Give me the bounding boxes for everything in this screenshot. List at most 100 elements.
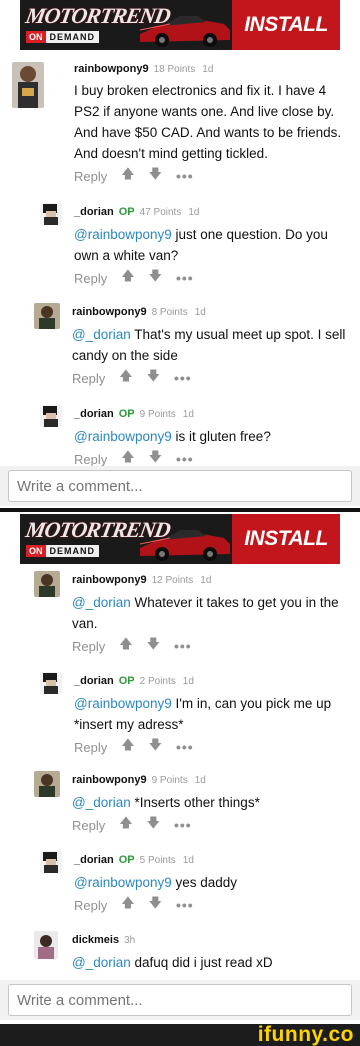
more-options-icon[interactable]: ••• xyxy=(176,270,194,286)
comment-author[interactable]: _dorian xyxy=(74,675,114,687)
comment-author[interactable]: dickmeis xyxy=(72,934,119,946)
comment-text: @rainbowpony9 just one question. Do you … xyxy=(74,224,354,266)
comment-author[interactable]: rainbowpony9 xyxy=(72,774,147,786)
downvote-icon[interactable]: 🡇 xyxy=(147,367,160,389)
more-options-icon[interactable]: ••• xyxy=(174,817,192,833)
mention-link[interactable]: @rainbowpony9 xyxy=(74,875,172,890)
avatar[interactable] xyxy=(40,203,62,225)
reply-button[interactable]: Reply xyxy=(74,452,107,467)
comment-author[interactable]: rainbowpony9 xyxy=(72,574,147,586)
comment-text: @rainbowpony9 is it gluten free? xyxy=(74,426,354,447)
avatar[interactable] xyxy=(40,672,62,694)
downvote-icon[interactable]: 🡇 xyxy=(149,894,162,916)
ifunny-logo: ifunny.co xyxy=(257,1023,354,1046)
comment-composer xyxy=(0,466,360,506)
comment-author[interactable]: _dorian xyxy=(74,206,114,218)
write-comment-input[interactable] xyxy=(8,984,352,1016)
reply-button[interactable]: Reply xyxy=(74,740,107,755)
comment-text: I buy broken electronics and fix it. I h… xyxy=(74,83,342,161)
op-badge: OP xyxy=(118,206,135,218)
more-options-icon[interactable]: ••• xyxy=(176,739,194,755)
mention-link[interactable]: @rainbowpony9 xyxy=(74,227,172,242)
mention-link[interactable]: @rainbowpony9 xyxy=(74,696,172,711)
comment-time: 1d xyxy=(194,775,206,786)
reply-button[interactable]: Reply xyxy=(72,639,105,654)
upvote-icon[interactable]: 🡅 xyxy=(119,814,132,836)
upvote-icon[interactable]: 🡅 xyxy=(121,736,134,758)
install-now-button[interactable]: INSTALL NOW xyxy=(232,0,340,50)
comment-points: 8 Points xyxy=(151,307,188,318)
ad-brand-on: ON xyxy=(26,545,46,557)
more-options-icon[interactable]: ••• xyxy=(174,638,192,654)
reply-button[interactable]: Reply xyxy=(72,818,105,833)
screenshot-panel-bottom: MOTORTREND ON DEMAND INSTALL NOW xyxy=(0,512,360,1024)
comment-time: 1d xyxy=(202,64,214,75)
comment-points: 47 Points xyxy=(139,207,182,218)
comment-points: 18 Points xyxy=(153,64,196,75)
race-car-image xyxy=(140,16,230,47)
comment-points: 5 Points xyxy=(139,855,176,866)
write-comment-input[interactable] xyxy=(8,470,352,502)
comment-points: 9 Points xyxy=(151,775,188,786)
comment-author[interactable]: rainbowpony9 xyxy=(74,63,149,75)
comment-text: @_dorian Whatever it takes to get you in… xyxy=(72,592,352,634)
upvote-icon[interactable]: 🡅 xyxy=(121,267,134,289)
reply-button[interactable]: Reply xyxy=(74,271,107,286)
comment-points: 9 Points xyxy=(139,409,176,420)
avatar[interactable] xyxy=(12,62,44,108)
comment-actions: Reply 🡅 🡇 ••• xyxy=(74,895,354,915)
install-now-button[interactable]: INSTALL NOW xyxy=(232,514,340,564)
comment-actions: Reply 🡅 🡇 ••• xyxy=(72,368,352,388)
avatar[interactable] xyxy=(34,303,60,329)
avatar[interactable] xyxy=(40,851,62,873)
upvote-icon[interactable]: 🡅 xyxy=(121,894,134,916)
avatar[interactable] xyxy=(34,771,60,797)
more-options-icon[interactable]: ••• xyxy=(174,370,192,386)
reply-button[interactable]: Reply xyxy=(74,169,107,184)
comment-points: 2 Points xyxy=(139,676,176,687)
comment-text-body: yes daddy xyxy=(171,875,238,890)
mention-link[interactable]: @_dorian xyxy=(72,795,131,810)
downvote-icon[interactable]: 🡇 xyxy=(149,736,162,758)
ad-brand-demand: DEMAND xyxy=(45,545,99,557)
mention-link[interactable]: @_dorian xyxy=(72,595,131,610)
comment-time: 1d xyxy=(200,575,212,586)
avatar[interactable] xyxy=(34,931,58,959)
reply-button[interactable]: Reply xyxy=(72,371,105,386)
upvote-icon[interactable]: 🡅 xyxy=(119,367,132,389)
avatar[interactable] xyxy=(40,405,62,427)
mention-link[interactable]: @_dorian xyxy=(72,955,131,970)
ad-banner[interactable]: MOTORTREND ON DEMAND INSTALL NOW xyxy=(20,0,340,50)
screenshot-panel-top: MOTORTREND ON DEMAND INSTALL NOW xyxy=(0,0,360,510)
op-badge: OP xyxy=(118,854,135,866)
ad-brand-demand: DEMAND xyxy=(45,31,99,43)
ad-banner[interactable]: MOTORTREND ON DEMAND INSTALL NOW xyxy=(20,514,340,564)
downvote-icon[interactable]: 🡇 xyxy=(147,814,160,836)
upvote-icon[interactable]: 🡅 xyxy=(119,635,132,657)
upvote-icon[interactable]: 🡅 xyxy=(121,165,134,187)
comment-meta: rainbowpony9 18 Points 1d xyxy=(74,62,354,77)
ad-brand-logo: MOTORTREND ON DEMAND xyxy=(24,3,172,46)
comment-author[interactable]: _dorian xyxy=(74,854,114,866)
ad-brand-on: ON xyxy=(26,31,46,43)
comment-author[interactable]: rainbowpony9 xyxy=(72,306,147,318)
downvote-icon[interactable]: 🡇 xyxy=(149,267,162,289)
reply-button[interactable]: Reply xyxy=(74,898,107,913)
avatar[interactable] xyxy=(34,571,60,597)
op-badge: OP xyxy=(118,408,135,420)
more-options-icon[interactable]: ••• xyxy=(176,168,194,184)
comment-author[interactable]: _dorian xyxy=(74,408,114,420)
ad-brand-name: MOTORTREND xyxy=(23,517,172,542)
downvote-icon[interactable]: 🡇 xyxy=(149,165,162,187)
downvote-icon[interactable]: 🡇 xyxy=(147,635,160,657)
comment-actions: Reply 🡅 🡇 ••• xyxy=(74,268,354,288)
more-options-icon[interactable]: ••• xyxy=(176,897,194,913)
more-options-icon[interactable]: ••• xyxy=(176,451,194,467)
comment-composer xyxy=(0,980,360,1020)
comment-actions: Reply 🡅 🡇 ••• xyxy=(74,737,354,757)
comment-text: @rainbowpony9 I'm in, can you pick me up… xyxy=(74,693,354,735)
comment-actions: Reply 🡅 🡇 ••• xyxy=(74,166,354,186)
mention-link[interactable]: @rainbowpony9 xyxy=(74,429,172,444)
comment-text: @_dorian That's my usual meet up spot. I… xyxy=(72,324,352,366)
mention-link[interactable]: @_dorian xyxy=(72,327,131,342)
